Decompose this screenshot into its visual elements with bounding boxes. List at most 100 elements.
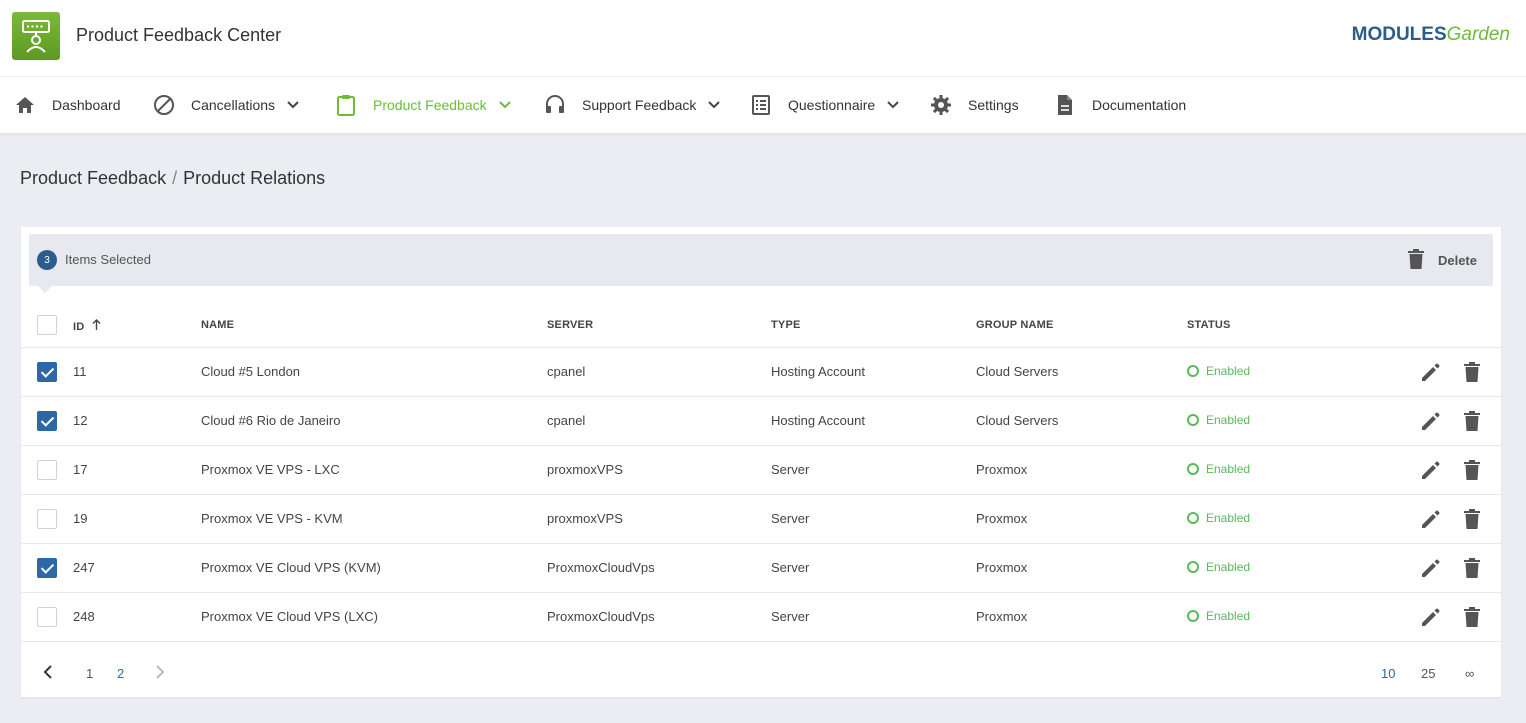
chevron-down-icon [287, 99, 299, 111]
edit-icon[interactable] [1419, 460, 1441, 482]
select-all-checkbox[interactable] [37, 315, 57, 335]
cell-group-name: Cloud Servers [976, 413, 1059, 428]
edit-icon[interactable] [1419, 607, 1441, 629]
status-label: Enabled [1206, 609, 1251, 623]
cell-type: Hosting Account [771, 413, 865, 428]
cell-group-name: Proxmox [976, 462, 1028, 477]
nav-label: Settings [968, 97, 1019, 113]
trash-icon[interactable] [1464, 460, 1482, 482]
nav-label: Support Feedback [582, 97, 697, 113]
nav-item-questionnaire[interactable]: Questionnaire [750, 77, 899, 133]
table-row[interactable]: 12 Cloud #6 Rio de Janeiro cpanel Hosting A… [21, 397, 1501, 446]
trash-icon[interactable] [1464, 558, 1482, 580]
status-label: Enabled [1206, 560, 1251, 574]
page-1-button[interactable]: 1 [86, 666, 93, 681]
cell-id: 17 [73, 462, 88, 477]
chevron-down-icon [708, 99, 721, 111]
cell-name: Proxmox VE Cloud VPS (LXC) [201, 609, 379, 624]
row-checkbox[interactable] [37, 607, 57, 627]
status-badge: Enabled [1187, 609, 1250, 623]
status-label: Enabled [1206, 462, 1251, 476]
column-header-type[interactable]: TYPE [771, 319, 801, 331]
cell-type: Server [771, 609, 810, 624]
trash-icon[interactable] [1464, 509, 1482, 531]
cell-id: 12 [73, 413, 88, 428]
column-header-name[interactable]: NAME [201, 319, 234, 331]
cell-server: ProxmoxCloudVps [547, 609, 655, 624]
nav-item-support-feedback[interactable]: Support Feedback [544, 77, 721, 133]
edit-icon[interactable] [1419, 411, 1441, 433]
row-checkbox[interactable] [37, 411, 57, 431]
table-row[interactable]: 19 Proxmox VE VPS - KVM proxmoxVPS Server Pr… [21, 495, 1501, 544]
cell-name: Cloud #5 London [201, 364, 301, 379]
cell-type: Server [771, 511, 810, 526]
bulk-delete-button[interactable]: Delete [1407, 248, 1477, 272]
chevron-down-icon [887, 99, 899, 111]
status-badge: Enabled [1187, 462, 1250, 476]
column-header-label: ID [73, 321, 85, 333]
status-circle-icon [1187, 512, 1199, 524]
pagination: 1 2 10 25 ∞ [21, 649, 1501, 697]
status-circle-icon [1187, 463, 1199, 475]
nav-label: Cancellations [191, 97, 276, 113]
cell-id: 248 [73, 609, 95, 624]
trash-icon[interactable] [1464, 607, 1482, 629]
breadcrumb-parent[interactable]: Product Feedback [20, 168, 166, 188]
selected-count-label: Items Selected [65, 252, 151, 267]
cell-group-name: Cloud Servers [976, 364, 1059, 379]
previous-page-icon[interactable] [43, 665, 53, 682]
status-circle-icon [1187, 610, 1199, 622]
clipboard-icon [335, 94, 357, 116]
column-header-status[interactable]: STATUS [1187, 319, 1231, 331]
status-label: Enabled [1206, 511, 1251, 525]
nav-item-settings[interactable]: Settings [930, 77, 1019, 133]
chevron-down-icon [498, 99, 511, 111]
row-checkbox[interactable] [37, 558, 57, 578]
nav-label: Dashboard [52, 97, 121, 113]
edit-icon[interactable] [1419, 558, 1441, 580]
per-page-10-button[interactable]: 10 [1381, 666, 1395, 681]
cell-server: proxmoxVPS [547, 511, 623, 526]
modulesgarden-logo[interactable]: MODULESGarden [1352, 24, 1510, 46]
nav-item-product-feedback[interactable]: Product Feedback [335, 77, 511, 133]
column-header-server[interactable]: SERVER [547, 319, 593, 331]
edit-icon[interactable] [1419, 509, 1441, 531]
nav-item-documentation[interactable]: Documentation [1054, 77, 1186, 133]
row-checkbox[interactable] [37, 460, 57, 480]
per-page-25-button[interactable]: 25 [1421, 666, 1435, 681]
status-badge: Enabled [1187, 560, 1250, 574]
status-circle-icon [1187, 365, 1199, 377]
table-row[interactable]: 17 Proxmox VE VPS - LXC proxmoxVPS Server Pr… [21, 446, 1501, 495]
cell-server: cpanel [547, 364, 586, 379]
cell-group-name: Proxmox [976, 560, 1028, 575]
cell-name: Proxmox VE Cloud VPS (KVM) [201, 560, 381, 575]
app-title: Product Feedback Center [76, 25, 282, 45]
page-2-button[interactable]: 2 [117, 666, 124, 681]
column-header-id[interactable]: ID [73, 319, 101, 333]
table-header: ID NAME SERVER TYPE GROUP NAME STATUS [21, 305, 1501, 348]
product-relations-card: 3 Items Selected Delete ID NAME SERVER T… [21, 227, 1501, 697]
nav-label: Documentation [1092, 97, 1187, 113]
home-icon [14, 94, 36, 116]
per-page-all-button[interactable]: ∞ [1465, 666, 1474, 681]
trash-icon[interactable] [1464, 411, 1482, 433]
next-page-icon[interactable] [155, 665, 165, 682]
selection-bar: 3 Items Selected Delete [29, 234, 1493, 286]
row-checkbox[interactable] [37, 362, 57, 382]
trash-icon[interactable] [1464, 362, 1482, 384]
table-row[interactable]: 11 Cloud #5 London cpanel Hosting Account Cl… [21, 348, 1501, 397]
status-badge: Enabled [1187, 511, 1250, 525]
table-row[interactable]: 248 Proxmox VE Cloud VPS (LXC) ProxmoxClou… [21, 593, 1501, 642]
cell-id: 247 [73, 560, 95, 575]
edit-icon[interactable] [1419, 362, 1441, 384]
breadcrumb-current: Product Relations [183, 168, 326, 188]
block-icon [153, 94, 175, 116]
cell-server: ProxmoxCloudVps [547, 560, 655, 575]
table-row[interactable]: 247 Proxmox VE Cloud VPS (KVM) ProxmoxClou… [21, 544, 1501, 593]
nav-item-dashboard[interactable]: Dashboard [14, 77, 121, 133]
app-header: Product Feedback Center MODULESGarden [0, 0, 1526, 76]
row-checkbox[interactable] [37, 509, 57, 529]
nav-item-cancellations[interactable]: Cancellations [153, 77, 299, 133]
column-header-group-name[interactable]: GROUP NAME [976, 319, 1054, 331]
sort-ascending-icon [92, 319, 101, 333]
